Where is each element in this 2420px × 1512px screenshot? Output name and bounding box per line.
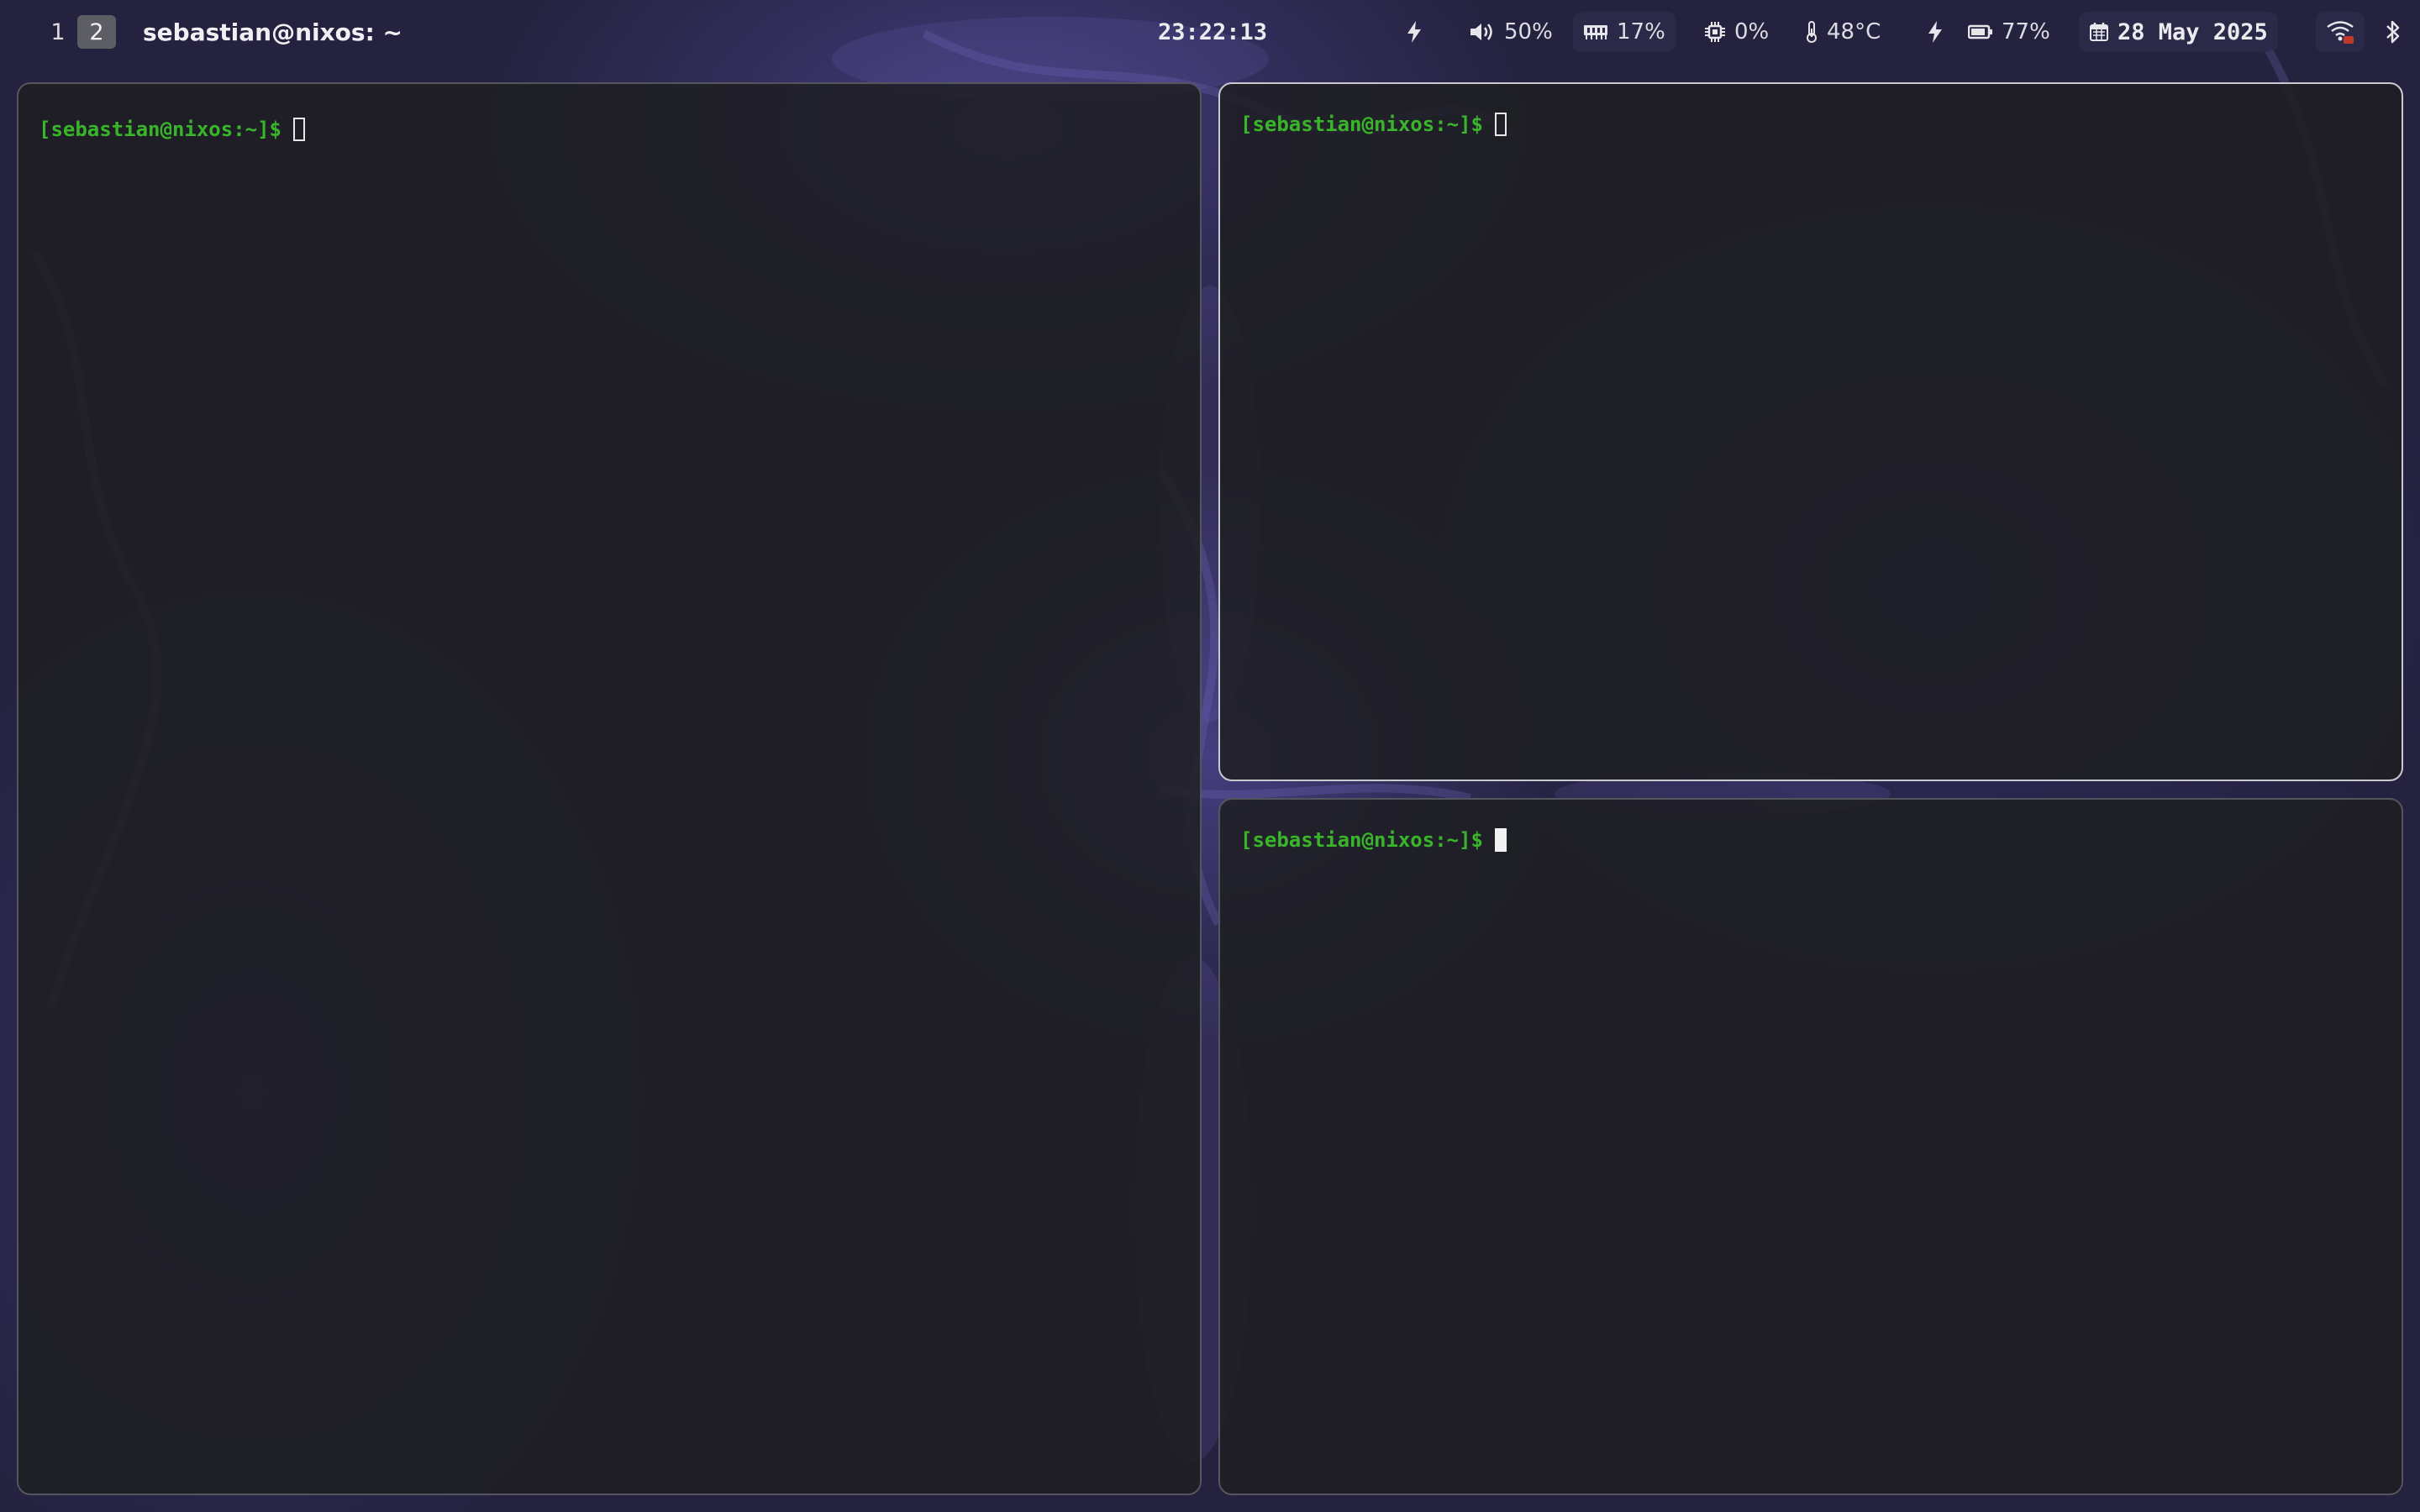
prompt-text: [sebastian@nixos:~]$ [1240, 828, 1483, 852]
terminal-left[interactable]: [sebastian@nixos:~]$ [17, 82, 1202, 1495]
terminal-top-right[interactable]: [sebastian@nixos:~]$ [1218, 82, 2403, 781]
cpu-module[interactable]: 0% [1694, 12, 1779, 52]
calendar-icon [2089, 22, 2109, 42]
thermometer-icon [1805, 20, 1818, 44]
cpu-icon [1704, 21, 1726, 43]
cpu-value: 0% [1734, 19, 1770, 45]
prompt-text: [sebastian@nixos:~]$ [1240, 113, 1483, 136]
clock[interactable]: 23:22:13 [1158, 15, 1267, 49]
workspace-1-button[interactable]: 1 [39, 15, 77, 49]
workspace-2-button[interactable]: 2 [77, 15, 116, 49]
battery-module[interactable]: 77% [1958, 12, 2060, 52]
memory-module[interactable]: 17% [1573, 12, 1676, 52]
terminal-cursor [1494, 828, 1507, 852]
memory-chip-icon [1583, 23, 1608, 41]
wifi-tray-icon-button[interactable] [2316, 12, 2365, 52]
temperature-module[interactable]: 48°C [1795, 12, 1891, 52]
window-title: sebastian@nixos: ~ [143, 18, 402, 46]
date-module[interactable]: 28 May 2025 [2079, 12, 2278, 52]
lightning-icon [1405, 20, 1423, 44]
battery-value: 77% [2002, 19, 2050, 45]
prompt-text: [sebastian@nixos:~]$ [39, 118, 281, 141]
charging-indicator [1916, 12, 1954, 52]
temperature-value: 48°C [1827, 19, 1881, 45]
terminal-cursor [1494, 113, 1507, 136]
memory-value: 17% [1617, 19, 1665, 45]
terminal-prompt: [sebastian@nixos:~]$ [39, 118, 305, 141]
volume-module[interactable]: 50% [1459, 12, 1563, 52]
terminal-bottom-right[interactable]: [sebastian@nixos:~]$ [1218, 798, 2403, 1495]
terminal-cursor [292, 118, 305, 141]
bluetooth-icon [2385, 19, 2402, 45]
date-value: 28 May 2025 [2118, 18, 2268, 45]
volume-value: 50% [1504, 19, 1553, 45]
battery-icon [1968, 24, 1993, 39]
bluetooth-tray-icon-button[interactable] [2375, 12, 2412, 52]
speaker-icon [1469, 20, 1496, 44]
terminal-prompt: [sebastian@nixos:~]$ [1240, 113, 1507, 136]
power-profile-module[interactable] [1395, 12, 1434, 52]
wifi-icon [2326, 19, 2354, 45]
terminal-prompt: [sebastian@nixos:~]$ [1240, 828, 1507, 852]
lightning-icon [1926, 20, 1944, 44]
top-bar: 1 2 sebastian@nixos: ~ 23:22:13 50% 17% … [0, 0, 2420, 66]
